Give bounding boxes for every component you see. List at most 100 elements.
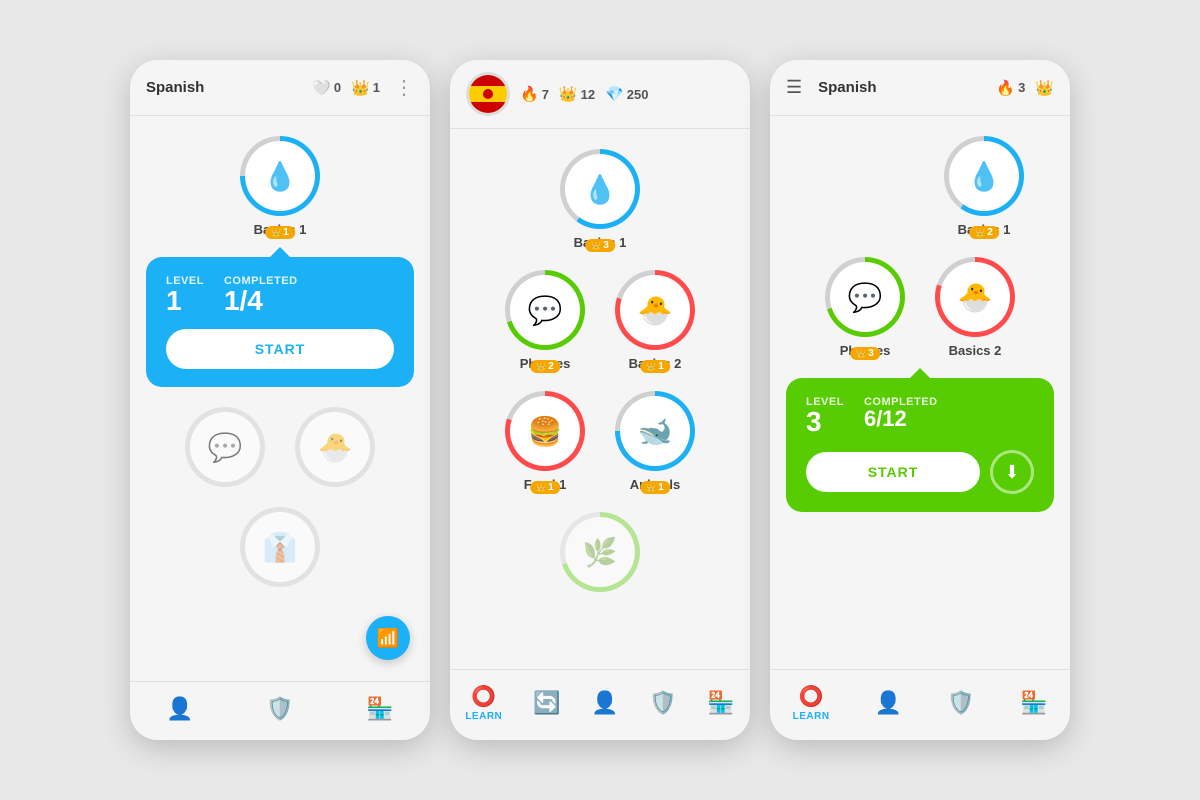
learn-icon: ⭕ xyxy=(471,684,496,709)
practice-icon: 🔄 xyxy=(533,690,560,716)
skill-p3-basics2[interactable]: 🐣 Basics 2 xyxy=(935,257,1015,358)
skill-p2-basics1[interactable]: 💧 3 Basics 1 xyxy=(560,149,640,250)
bottom-nav-phone2: ⭕ LEARN 🔄 👤 🛡️ 🏪 xyxy=(450,669,750,740)
partial-ring: 🌿 xyxy=(560,512,640,592)
gray-skills-row: 💬 🐣 xyxy=(185,407,375,487)
p3-phrases-icon: 💬 xyxy=(848,281,883,314)
download-btn[interactable]: ⬇ xyxy=(990,450,1034,494)
popup-card-phone1: Level 1 Completed 1/4 START xyxy=(146,257,414,387)
flag-top xyxy=(469,75,507,86)
nav-person[interactable]: 👤 xyxy=(158,692,201,726)
menu-dots[interactable]: ⋮ xyxy=(394,75,414,100)
hamburger-icon[interactable]: ☰ xyxy=(786,77,802,98)
p3-phrases-inner: 💬 xyxy=(830,262,900,332)
basics1-inner: 💧 xyxy=(245,141,315,211)
nav-shield-p3[interactable]: 🛡️ xyxy=(939,686,982,720)
basics2-crown: 1 xyxy=(640,360,670,373)
skill-basics1[interactable]: 💧 1 Basics 1 xyxy=(240,136,320,237)
phone1-title: Spanish xyxy=(146,79,302,96)
skill-p3-phrases[interactable]: 💬 3 Phrases xyxy=(825,257,905,358)
phone3-title: Spanish xyxy=(818,79,986,96)
phone-3: ☰ Spanish 🔥 3 👑 💧 2 Basics 1 xyxy=(770,60,1070,740)
start-button-phone1[interactable]: START xyxy=(166,329,394,369)
basics2-ring[interactable]: 🐣 xyxy=(615,270,695,350)
fire-icon-p3: 🔥 xyxy=(996,79,1015,97)
food1-ring[interactable]: 🍔 xyxy=(505,391,585,471)
top-bar-phone3: ☰ Spanish 🔥 3 👑 xyxy=(770,60,1070,116)
person-icon: 👤 xyxy=(166,696,193,722)
basics1-ring-p2[interactable]: 💧 xyxy=(560,149,640,229)
shop-icon-p2: 🏪 xyxy=(707,690,734,716)
phone2-scroll: 💧 3 Basics 1 💬 2 Phrases xyxy=(450,129,750,669)
p3-phrases-ring[interactable]: 💬 xyxy=(825,257,905,337)
bottom-nav-phone1: 👤 🛡️ 🏪 xyxy=(130,681,430,740)
p3-basics1-crown: 2 xyxy=(969,226,999,239)
skill-partial-bottom: 🌿 xyxy=(560,512,640,592)
gray3-icon: 👔 xyxy=(263,531,298,564)
skill-gray-3: 👔 xyxy=(240,507,320,587)
nav-shop-p3[interactable]: 🏪 xyxy=(1012,686,1055,720)
nav-shop[interactable]: 🏪 xyxy=(358,692,401,726)
phone-1: Spanish 🤍 0 👑 1 ⋮ 💧 1 Basics 1 xyxy=(130,60,430,740)
popup-start-row-p3: START ⬇ xyxy=(806,450,1034,494)
basics1-crown-p2: 3 xyxy=(585,239,615,252)
gray3-ring: 👔 xyxy=(240,507,320,587)
popup-level: Level 1 xyxy=(166,275,204,315)
gray1-ring: 💬 xyxy=(185,407,265,487)
gray2-ring: 🐣 xyxy=(295,407,375,487)
popup-completed: Completed 1/4 xyxy=(224,275,298,315)
animals-ring[interactable]: 🐋 xyxy=(615,391,695,471)
basics1-ring[interactable]: 💧 xyxy=(240,136,320,216)
float-btn-icon: 📶 xyxy=(377,628,399,649)
p3-basics2-label: Basics 2 xyxy=(949,343,1002,358)
basics2-icon: 🐣 xyxy=(638,294,673,327)
popup-card-phone3: Level 3 Completed 6/12 START ⬇ xyxy=(786,378,1054,512)
nav-practice[interactable]: 🔄 xyxy=(525,686,568,720)
p3-basics1-ring[interactable]: 💧 xyxy=(944,136,1024,216)
flag-emblem xyxy=(481,87,495,101)
p3-basics2-icon: 🐣 xyxy=(958,281,993,314)
basics1-icon-p2: 💧 xyxy=(583,173,618,206)
skill-basics2[interactable]: 🐣 1 Basics 2 xyxy=(615,270,695,371)
nav-shield-p2[interactable]: 🛡️ xyxy=(641,686,684,720)
phrases-ring[interactable]: 💬 xyxy=(505,270,585,350)
popup-completed-p3: Completed 6/12 xyxy=(864,396,938,436)
animals-inner: 🐋 xyxy=(620,396,690,466)
nav-learn-p3[interactable]: ⭕ Learn xyxy=(785,680,838,726)
food1-crown: 1 xyxy=(530,481,560,494)
skill-gray-1: 💬 xyxy=(185,407,265,487)
flag-mid xyxy=(469,86,507,101)
float-btn[interactable]: 📶 xyxy=(366,616,410,660)
nav-shield[interactable]: 🛡️ xyxy=(258,692,301,726)
crown-stat-p2: 👑 12 xyxy=(559,85,595,103)
shield-icon-p2: 🛡️ xyxy=(649,690,676,716)
skills-row-1: 💬 2 Phrases 🐣 1 Basics 2 xyxy=(505,270,695,371)
gray3-inner: 👔 xyxy=(245,512,315,582)
food1-inner: 🍔 xyxy=(510,396,580,466)
partial-icon: 🌿 xyxy=(583,536,618,569)
basics1-icon: 💧 xyxy=(263,160,298,193)
nav-shop-p2[interactable]: 🏪 xyxy=(699,686,742,720)
skill-food1[interactable]: 🍔 1 Food 1 xyxy=(505,391,585,492)
gray2-inner: 🐣 xyxy=(300,412,370,482)
popup-level-p3: Level 3 xyxy=(806,396,844,436)
start-button-phone3[interactable]: START xyxy=(806,452,980,492)
nav-person-p2[interactable]: 👤 xyxy=(583,686,626,720)
nav-learn[interactable]: ⭕ LEARN xyxy=(457,680,510,726)
skill-animals[interactable]: 🐋 1 Animals xyxy=(615,391,695,492)
basics1-crown: 1 xyxy=(265,226,295,239)
nav-person-p3[interactable]: 👤 xyxy=(867,686,910,720)
skill-phrases[interactable]: 💬 2 Phrases xyxy=(505,270,585,371)
p3-basics2-ring[interactable]: 🐣 xyxy=(935,257,1015,337)
phone3-scroll: 💧 2 Basics 1 💬 3 Phrases xyxy=(770,116,1070,669)
flag-spain[interactable] xyxy=(466,72,510,116)
skill-gray-2: 🐣 xyxy=(295,407,375,487)
p3-skills-row: 💬 3 Phrases 🐣 Basics 2 xyxy=(825,257,1015,358)
skill-p3-basics1[interactable]: 💧 2 Basics 1 xyxy=(944,136,1024,237)
gray1-icon: 💬 xyxy=(208,431,243,464)
crown-stat: 👑 1 xyxy=(351,79,380,97)
popup-stats: Level 1 Completed 1/4 xyxy=(166,275,394,315)
crown-icon: 👑 xyxy=(351,79,370,97)
phone1-scroll: 💧 1 Basics 1 Level 1 Completed 1/4 xyxy=(130,116,430,681)
fire-stat-p3: 🔥 3 xyxy=(996,79,1025,97)
